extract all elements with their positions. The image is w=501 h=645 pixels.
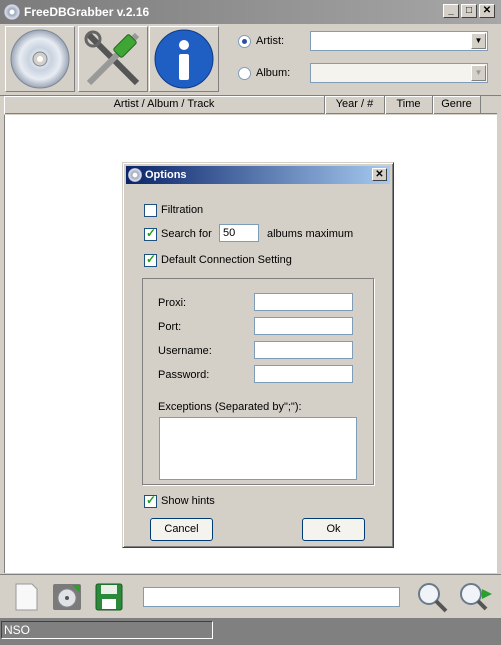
port-input[interactable] (254, 317, 353, 335)
proxy-label: Proxi: (158, 297, 187, 309)
column-header-time[interactable]: Time (385, 96, 433, 114)
albums-max-input[interactable]: 50 (219, 224, 259, 242)
show-hints-checkbox[interactable] (144, 493, 157, 508)
window-title: FreeDBGrabber v.2.16 (24, 5, 150, 19)
column-header-year[interactable]: Year / # (325, 96, 385, 114)
username-label: Username: (158, 345, 212, 357)
album-combo[interactable]: ▼ (310, 63, 488, 83)
zoom-search-icon[interactable] (416, 581, 450, 613)
artist-label: Artist: (256, 35, 285, 47)
dialog-title: Options (145, 169, 187, 181)
search-for-label: Search for (161, 228, 212, 240)
password-input[interactable] (254, 365, 353, 383)
minimize-button[interactable]: _ (443, 4, 459, 18)
tools-button[interactable] (78, 26, 148, 92)
bottom-toolbar (0, 574, 501, 618)
toolbar: Artist: ▼ Album: ▼ (0, 24, 501, 96)
search-next-icon[interactable] (458, 581, 494, 613)
artist-combo[interactable]: ▼ (310, 31, 488, 51)
title-bar: FreeDBGrabber v.2.16 _ □ ✕ (0, 0, 501, 24)
ok-button[interactable]: Ok (302, 518, 365, 541)
exceptions-label: Exceptions (Separated by";"): (158, 401, 302, 413)
connection-group: Proxi: Port: Username: Password: Excepti… (142, 278, 374, 485)
cd-button[interactable] (5, 26, 75, 92)
dialog-cd-icon (128, 168, 142, 182)
exceptions-textarea[interactable] (159, 417, 357, 480)
status-text: NSO (1, 621, 213, 639)
floppy-save-icon[interactable] (94, 582, 124, 612)
save-to-cd-icon[interactable] (50, 581, 84, 613)
proxy-input[interactable] (254, 293, 353, 311)
app-cd-icon[interactable] (4, 4, 20, 20)
close-button[interactable]: ✕ (479, 4, 495, 18)
chevron-down-icon[interactable]: ▼ (471, 65, 486, 81)
filtration-label: Filtration (161, 204, 204, 216)
default-connection-label: Default Connection Setting (161, 254, 292, 266)
chevron-down-icon[interactable]: ▼ (471, 33, 486, 49)
tools-icon (84, 30, 140, 86)
status-bar: NSO (0, 618, 501, 645)
albums-max-label: albums maximum (267, 228, 354, 240)
info-button[interactable] (149, 26, 219, 92)
password-label: Password: (158, 369, 210, 381)
column-header-artist[interactable]: Artist / Album / Track (4, 96, 325, 114)
artist-radio[interactable] (238, 35, 251, 48)
album-radio[interactable] (238, 67, 251, 80)
default-connection-checkbox[interactable] (144, 252, 157, 267)
cancel-button[interactable]: Cancel (150, 518, 213, 541)
dialog-title-bar: Options ✕ (126, 166, 390, 184)
username-input[interactable] (254, 341, 353, 359)
options-dialog: Options ✕ Filtration Search for 50 album… (122, 162, 394, 548)
search-for-checkbox[interactable] (144, 226, 157, 241)
album-label: Album: (256, 67, 291, 79)
show-hints-label: Show hints (161, 495, 215, 507)
info-icon (154, 29, 214, 89)
column-header-genre[interactable]: Genre (433, 96, 481, 114)
port-label: Port: (158, 321, 182, 333)
maximize-button[interactable]: □ (461, 4, 477, 18)
dialog-close-button[interactable]: ✕ (372, 168, 387, 181)
cd-icon (10, 29, 70, 89)
new-document-icon[interactable] (12, 582, 40, 612)
bottom-input[interactable] (143, 587, 400, 607)
list-header: Artist / Album / Track Year / # Time Gen… (4, 96, 497, 114)
filtration-checkbox[interactable] (144, 204, 157, 217)
